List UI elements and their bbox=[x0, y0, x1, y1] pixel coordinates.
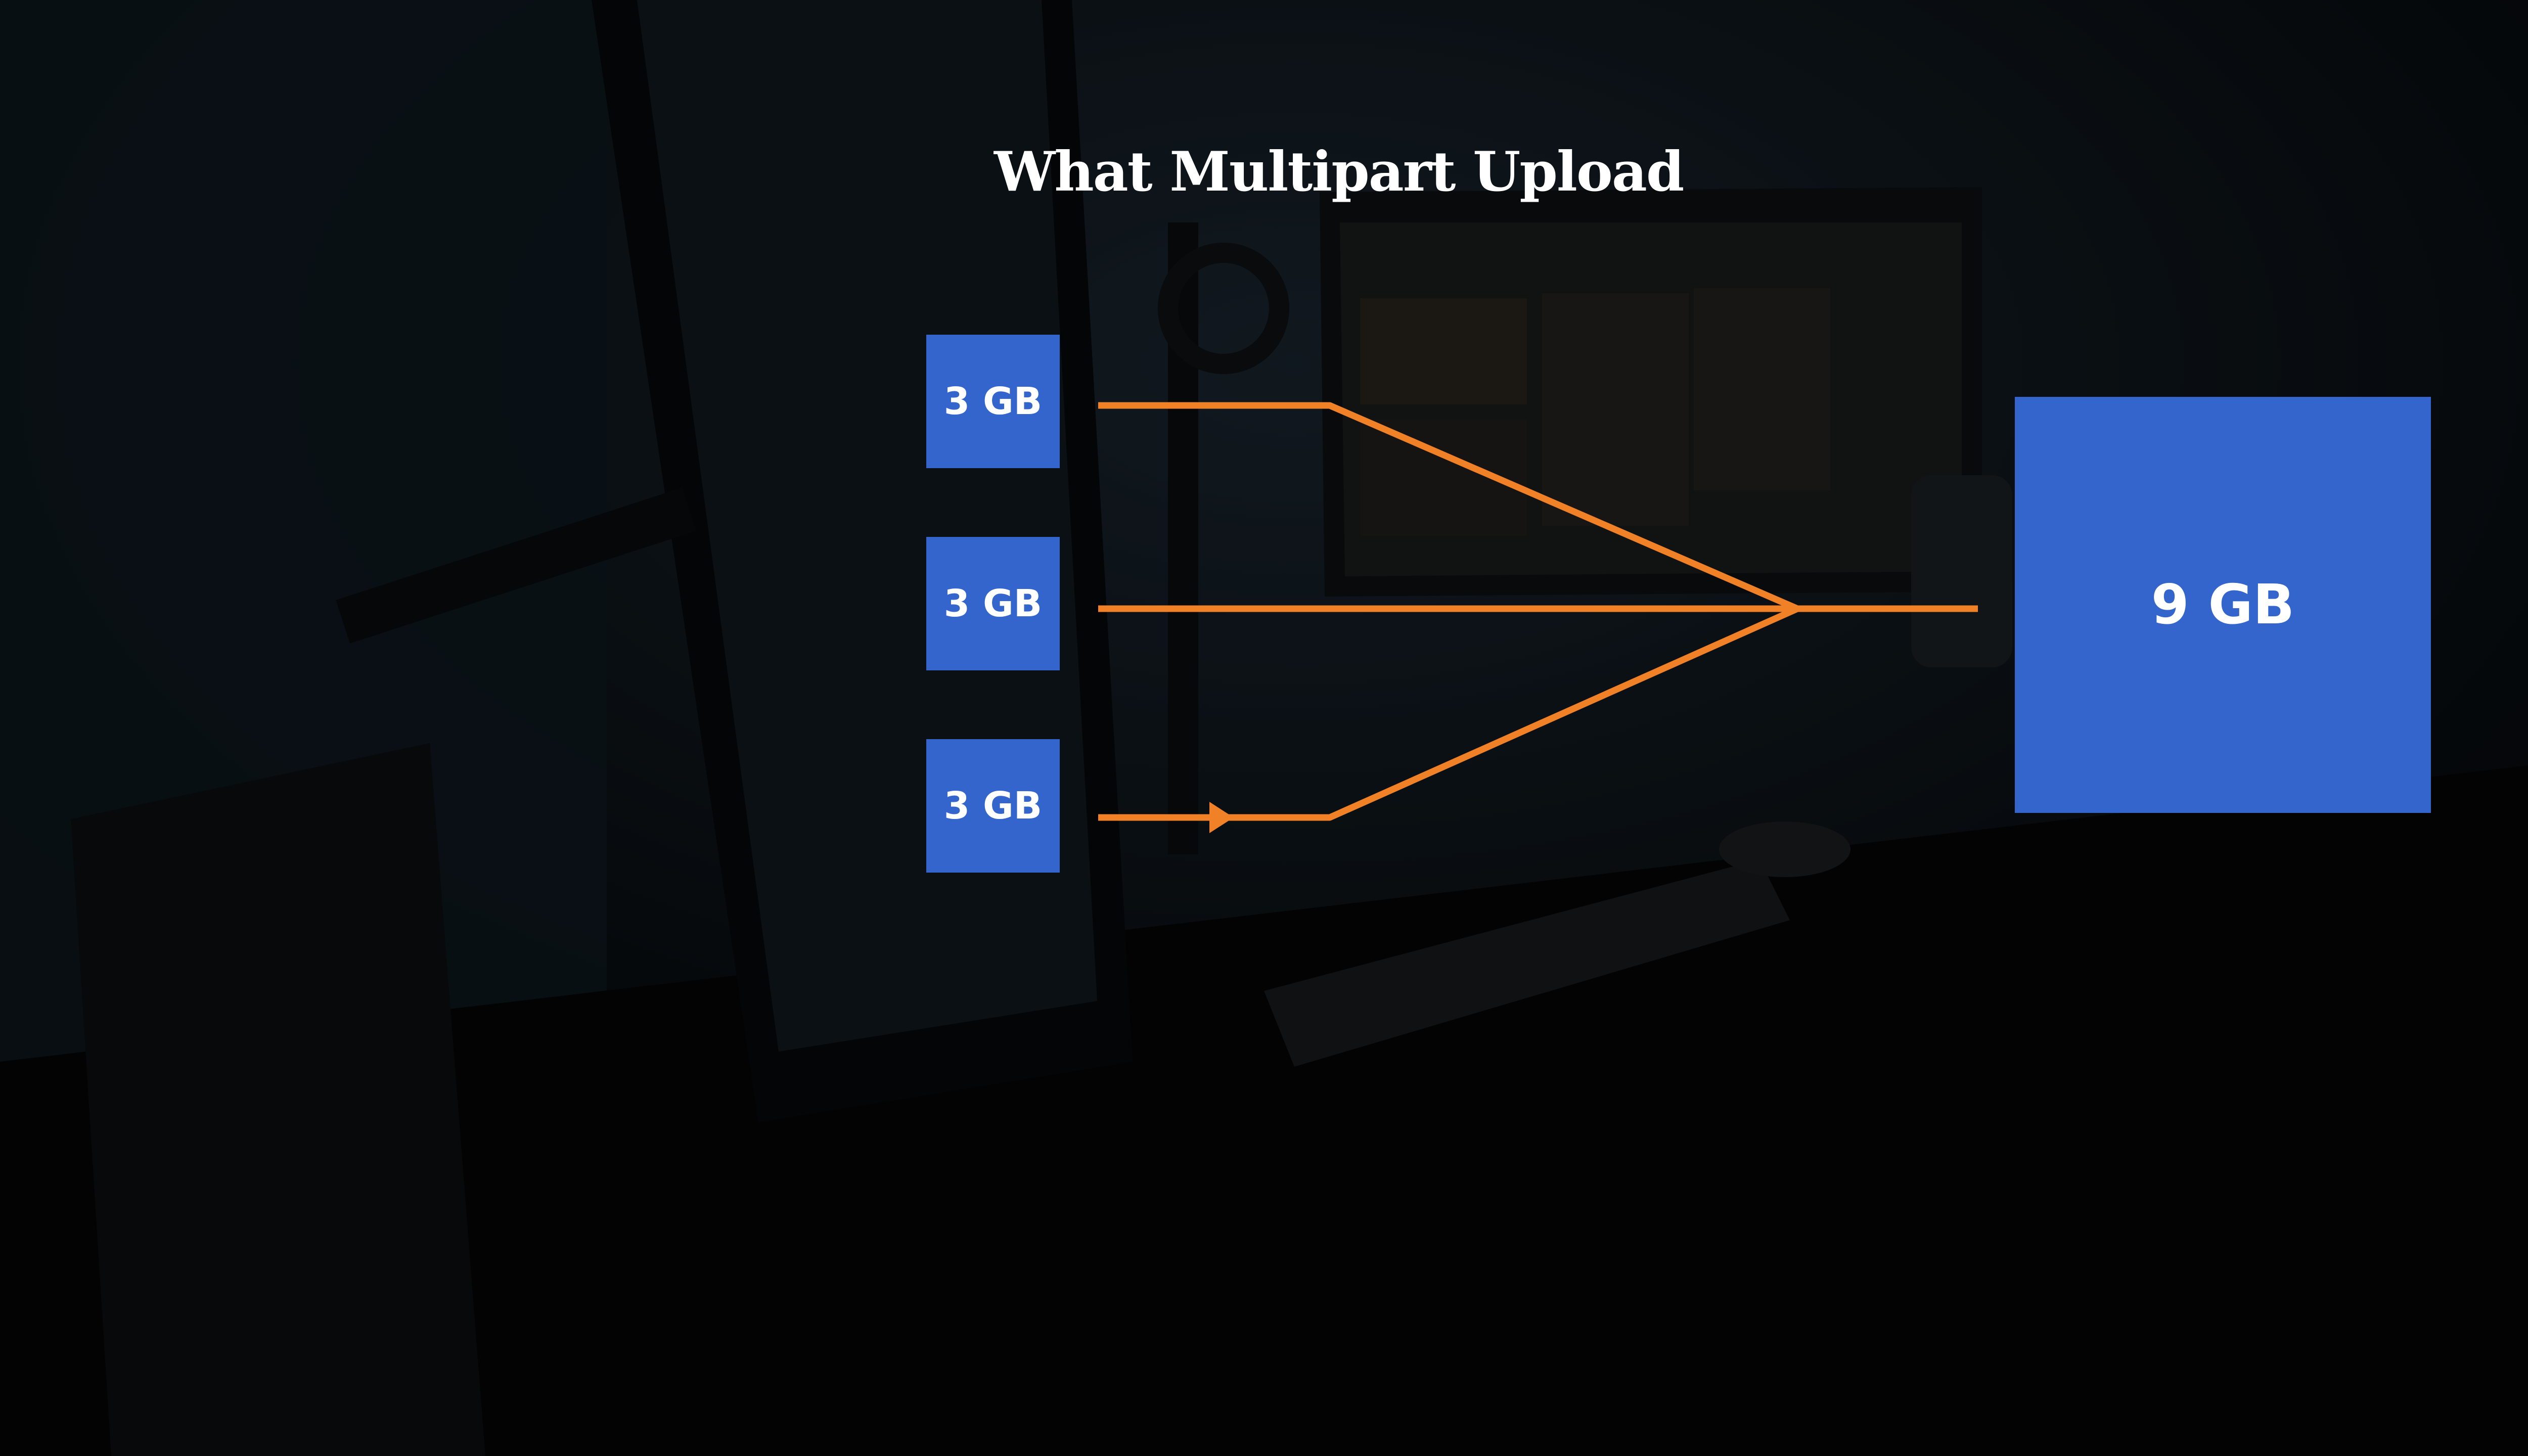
connector-part-1 bbox=[1098, 402, 1799, 612]
part-box-1: 3 GB bbox=[926, 335, 1060, 468]
part-label: 3 GB bbox=[943, 582, 1043, 625]
merged-file-box: 9 GB bbox=[2015, 397, 2431, 813]
connector-part-3 bbox=[1098, 606, 1799, 821]
part-label: 3 GB bbox=[943, 784, 1043, 828]
part-box-3: 3 GB bbox=[926, 739, 1060, 873]
part-label: 3 GB bbox=[943, 380, 1043, 423]
slide: What Multipart Upload 3 GB 3 GB 3 GB 9 G… bbox=[0, 0, 2528, 1456]
arrowhead-icon bbox=[1209, 802, 1234, 833]
part-box-2: 3 GB bbox=[926, 537, 1060, 670]
merged-file-label: 9 GB bbox=[2151, 573, 2295, 636]
